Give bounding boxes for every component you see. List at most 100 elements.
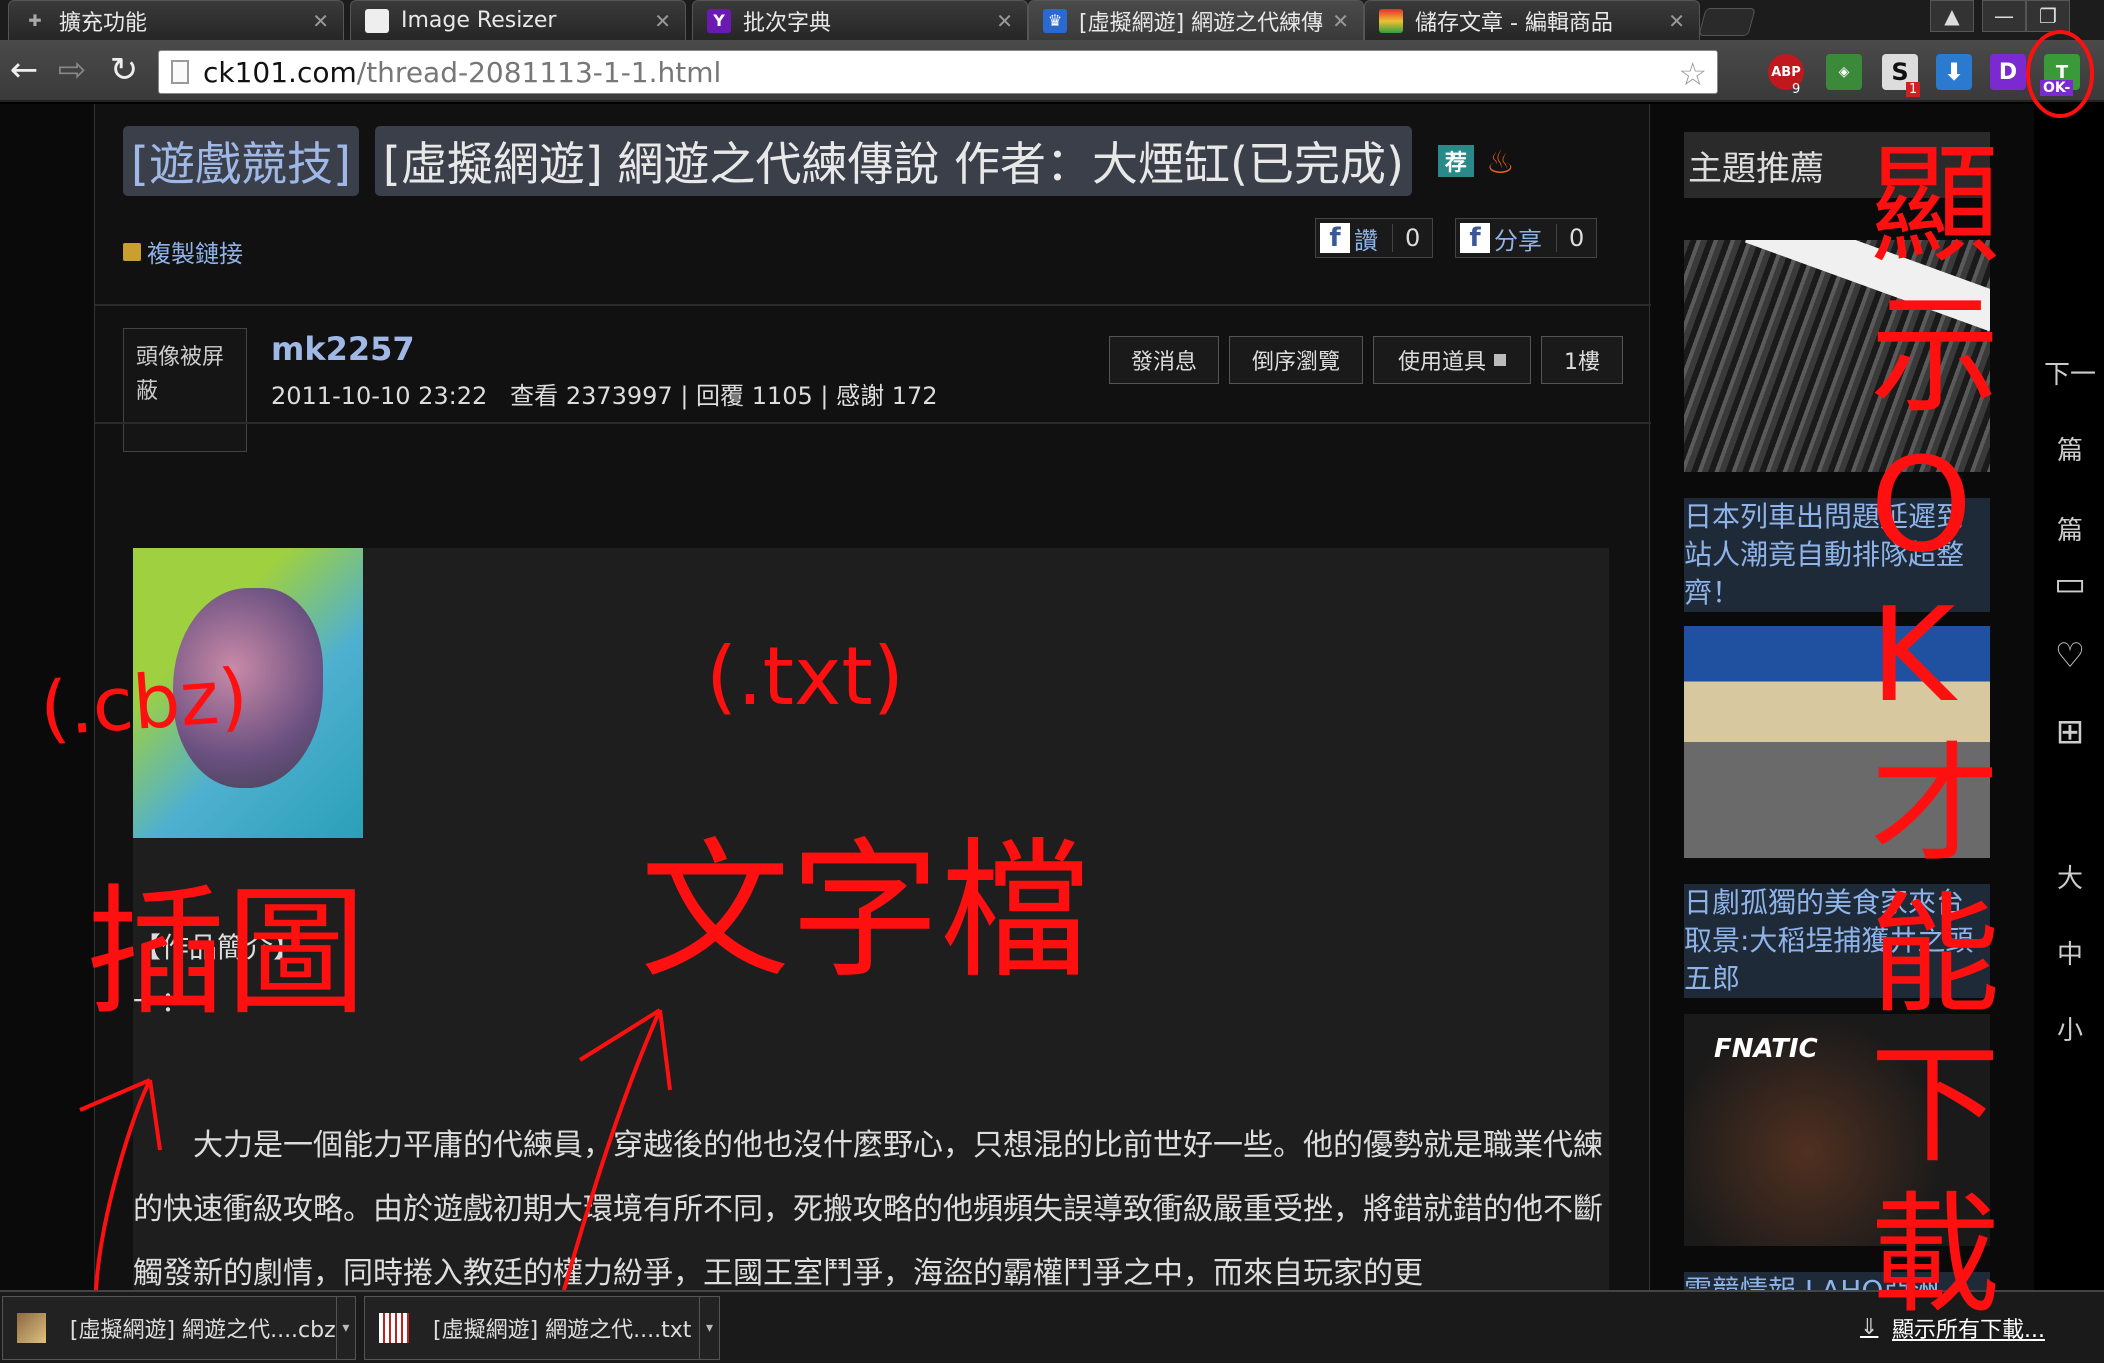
use-item-label: 使用道具 <box>1397 350 1486 375</box>
intro-dash: 一： <box>133 985 190 1018</box>
post-body: 大力是一個能力平庸的代練員，穿越後的他也沒什麼野心，只想混的比前世好一些。他的優… <box>133 1128 1603 1290</box>
thanks-label: 感謝 <box>836 382 885 410</box>
close-icon[interactable]: ✕ <box>1668 9 1685 33</box>
send-message-button[interactable]: 發消息 <box>1109 336 1219 384</box>
hot-thread-icon: ♨ <box>1485 143 1515 181</box>
close-icon[interactable]: ✕ <box>996 9 1013 33</box>
divider <box>95 422 1651 424</box>
ext-gift-icon[interactable]: ◈ <box>1826 54 1862 90</box>
recommend-image-1[interactable] <box>1684 240 1990 472</box>
tab-image-resizer[interactable]: Image Resizer ✕ <box>350 0 686 40</box>
replies-label: 回覆 <box>696 382 745 410</box>
facebook-share-button[interactable]: f 分享 0 <box>1455 218 1598 258</box>
book-cover-image[interactable] <box>133 548 363 838</box>
tab-label: 擴充功能 <box>59 10 148 36</box>
user-button[interactable]: ▲ <box>1930 0 1974 32</box>
recommend-caption-3[interactable]: 電競情報 LAHQ亞洲 <box>1684 1272 1990 1290</box>
recommend-image-3[interactable]: FNATIC <box>1684 1014 1990 1246</box>
page-icon <box>171 60 189 84</box>
post-content: 【作品簡介】 一： 大力是一個能力平庸的代練員，穿越後的他也沒什麼野心，只想混的… <box>133 548 1609 1290</box>
author-name[interactable]: mk2257 <box>271 330 415 368</box>
url-host: ck101.com <box>203 55 357 89</box>
bookmark-star-icon[interactable]: ☆ <box>1678 55 1707 93</box>
download-bar: [虛擬網遊] 網遊之代....cbz ▾ [虛擬網遊] 網遊之代....txt … <box>0 1290 2104 1363</box>
views-label: 查看 <box>510 382 559 410</box>
heart-icon[interactable]: ♡ <box>2042 636 2098 676</box>
recommend-image-2[interactable] <box>1684 626 1990 858</box>
divider <box>95 304 1651 306</box>
facebook-like-button[interactable]: f 讚 0 <box>1315 218 1434 258</box>
rail-item[interactable]: 篇 <box>2042 430 2098 467</box>
font-medium-button[interactable]: 中 <box>2042 934 2098 971</box>
recommend-sidebar: 主題推薦 日本列車出問題延遲到站人潮竟自動排隊超整齊！ 日劇孤獨的美食家來台取景… <box>1684 104 2014 1290</box>
font-large-button[interactable]: 大 <box>2042 858 2098 895</box>
browser-toolbar: ← ⇨ ↻ ck101.com/thread-2081113-1-1.html … <box>0 40 2104 102</box>
recommend-caption-1[interactable]: 日本列車出問題延遲到站人潮竟自動排隊超整齊！ <box>1684 498 1990 612</box>
views-count: 2373997 <box>565 382 673 410</box>
show-all-label: 顯示所有下載... <box>1892 1318 2045 1343</box>
ext-d-icon[interactable]: D <box>1990 54 2026 90</box>
close-icon[interactable]: ✕ <box>312 9 329 33</box>
add-favorite-icon[interactable]: ⊞ <box>2042 712 2098 752</box>
show-all-downloads-link[interactable]: ⇓ 顯示所有下載... <box>1860 1312 2045 1344</box>
tab-extensions[interactable]: ✚ 擴充功能 ✕ <box>8 0 344 40</box>
ext-s-badge: 1 <box>1906 82 1921 97</box>
text-file-icon <box>379 1313 409 1343</box>
floor-number-button[interactable]: 1樓 <box>1541 336 1623 384</box>
replies-count: 1105 <box>751 382 813 410</box>
restore-button[interactable]: ❐ <box>2026 0 2070 32</box>
sidebar-title: 主題推薦 <box>1684 132 1990 198</box>
right-rail: 下一 篇 篇 ▭ ♡ ⊞ 大 中 小 <box>2034 104 2104 1290</box>
chevron-down-icon[interactable]: ▾ <box>335 1296 355 1360</box>
address-bar[interactable]: ck101.com/thread-2081113-1-1.html ☆ <box>158 50 1718 94</box>
thread-category-link[interactable]: [遊戲競技] <box>123 126 359 196</box>
download-ext-icon[interactable]: ⬇ <box>1936 54 1972 90</box>
facebook-icon: f <box>1320 223 1350 253</box>
tab-bar: ✚ 擴充功能 ✕ Image Resizer ✕ Y 批次字典 ✕ ♛ [虛擬網… <box>0 0 2104 40</box>
chevron-down-icon[interactable]: ▾ <box>699 1296 719 1360</box>
post-datetime: 2011-10-10 23:22 <box>271 382 488 410</box>
use-item-button[interactable]: 使用道具 <box>1373 336 1531 384</box>
close-icon[interactable]: ✕ <box>654 9 671 33</box>
url-path: /thread-2081113-1-1.html <box>356 55 722 89</box>
download-item-txt[interactable]: [虛擬網遊] 網遊之代....txt ▾ <box>364 1296 720 1360</box>
tab-dictionary[interactable]: Y 批次字典 ✕ <box>692 0 1028 40</box>
facebook-icon: f <box>1460 223 1490 253</box>
share-count: 0 <box>1556 224 1596 252</box>
thanks-count: 172 <box>891 382 938 410</box>
close-icon[interactable]: ✕ <box>1332 9 1349 33</box>
next-post-link[interactable]: 下一 <box>2042 354 2098 391</box>
recommend-caption-2[interactable]: 日劇孤獨的美食家來台取景:大稻埕捕獲井之頭五郎 <box>1684 884 1990 998</box>
intro-heading: 【作品簡介】 <box>133 931 302 964</box>
tab-current-thread[interactable]: ♛ [虛擬網遊] 網遊之代練傳說 ✕ <box>1028 0 1364 40</box>
download-item-cbz[interactable]: [虛擬網遊] 網遊之代....cbz ▾ <box>2 1296 356 1360</box>
tab-label: Image Resizer <box>401 8 557 33</box>
rainbow-icon <box>1379 8 1403 33</box>
font-small-button[interactable]: 小 <box>2042 1010 2098 1047</box>
copy-link[interactable]: 複製鏈接 <box>123 234 243 269</box>
crown-icon: ♛ <box>1043 8 1067 33</box>
dropdown-square-icon <box>1494 354 1506 366</box>
lock-icon <box>123 242 141 261</box>
minimize-button[interactable]: — <box>1982 0 2026 32</box>
back-button[interactable]: ← <box>4 50 44 90</box>
comment-icon[interactable]: ▭ <box>2042 564 2098 604</box>
reload-button[interactable]: ↻ <box>104 50 144 90</box>
ext-ok-badge: OK- <box>2040 80 2074 96</box>
share-label: 分享 <box>1494 226 1542 255</box>
download-filename: [虛擬網遊] 網遊之代....txt <box>433 1318 692 1343</box>
tab-save-article[interactable]: 儲存文章 - 編輯商品 ✕ <box>1364 0 1700 40</box>
avatar: 頭像被屏蔽 <box>123 328 247 452</box>
yahoo-icon: Y <box>707 8 731 33</box>
new-tab-button[interactable] <box>1698 8 1756 36</box>
thread-title-row: [遊戲競技] [虛擬網遊] 網遊之代練傳說 作者：大煙缸(已完成) 荐 ♨ <box>123 126 1526 196</box>
station-banner <box>1744 240 1990 332</box>
copy-link-label: 複製鏈接 <box>147 240 243 268</box>
cover-art <box>173 588 323 788</box>
page-viewport: [遊戲競技] [虛擬網遊] 網遊之代練傳說 作者：大煙缸(已完成) 荐 ♨ 複製… <box>0 104 2104 1290</box>
forward-button[interactable]: ⇨ <box>52 50 92 90</box>
rail-item[interactable]: 篇 <box>2042 510 2098 547</box>
archive-file-icon <box>17 1313 46 1343</box>
reverse-order-button[interactable]: 倒序瀏覽 <box>1229 336 1363 384</box>
abp-badge: 9 <box>1792 82 1801 97</box>
